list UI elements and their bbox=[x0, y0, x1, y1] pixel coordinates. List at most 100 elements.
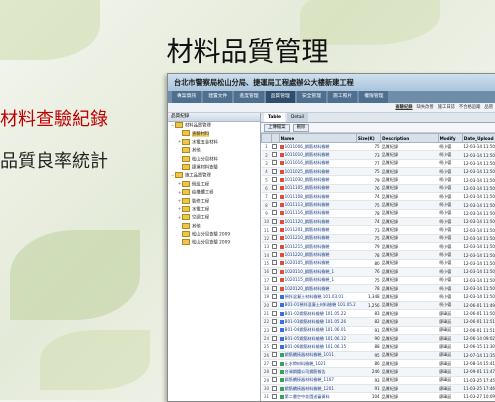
tree-node[interactable]: −材料品質管理 bbox=[168, 122, 260, 130]
tree-node[interactable]: +假設工程 bbox=[168, 181, 260, 189]
table-row[interactable]: 20B01-01預拌混凝土材料檢驗 101.05.201,256品質紀錄柯小德1… bbox=[262, 301, 495, 309]
row-checkbox[interactable] bbox=[272, 336, 277, 341]
file-name[interactable]: B01-03鋼筋材料檢驗 101.05.26 bbox=[279, 318, 356, 326]
submenu-item-3[interactable]: 不合格追蹤 bbox=[459, 103, 480, 112]
file-name[interactable]: B01-01預拌混凝土材料檢驗 101.05.20 bbox=[279, 301, 356, 309]
row-checkbox[interactable] bbox=[272, 377, 277, 382]
row-checkbox[interactable] bbox=[272, 302, 277, 307]
table-row[interactable]: 61011105_鋼筋材料檢驗76品質紀錄柯小德12-03-14 11:50 bbox=[262, 184, 495, 192]
table-row[interactable]: 30鋼筋續接器材料檢驗_120191品質紀錄廖瑋廷11-03-25 17:46 bbox=[262, 384, 495, 392]
menu-item-2[interactable]: 進度管理 bbox=[234, 91, 263, 103]
row-checkbox[interactable] bbox=[272, 219, 277, 224]
tree-node[interactable]: 查驗材料 bbox=[168, 130, 260, 138]
row-checkbox[interactable] bbox=[272, 327, 277, 332]
tab-table[interactable]: Table bbox=[264, 113, 285, 122]
table-row[interactable]: 31011016_鋼筋材料檢驗77品質紀錄柯小德12-03-14 11:50 bbox=[262, 159, 495, 167]
table-row[interactable]: 29鋼筋續接器材料檢驗_110793品質紀錄廖瑋廷11-03-25 17:45 bbox=[262, 376, 495, 384]
table-row[interactable]: 24B01-05鋼筋材料檢驗 101.06.1290品質紀錄廖瑋廷12-06-1… bbox=[262, 334, 495, 342]
row-checkbox[interactable] bbox=[272, 294, 277, 299]
file-name[interactable]: 1011105_鋼筋材料檢驗 bbox=[279, 184, 356, 192]
submenu-item-0[interactable]: 查驗紀錄 bbox=[395, 103, 412, 112]
column-header[interactable]: Description bbox=[381, 134, 438, 143]
file-name[interactable]: 1011215_鋼筋材料檢驗 bbox=[279, 243, 356, 251]
file-name[interactable]: 1020105_鋼筋材料檢驗 bbox=[279, 259, 356, 267]
table-row[interactable]: 11011006_鋼筋材料檢驗75品質紀錄柯小德12-03-14 11:50 bbox=[262, 143, 495, 151]
table-row[interactable]: 181020120_鋼筋材料檢驗78品質紀錄柯小德12-03-14 11:50 bbox=[262, 284, 495, 292]
table-row[interactable]: 81011113_鋼筋材料檢驗75品質紀錄柯小德12-03-14 11:50 bbox=[262, 201, 495, 209]
row-checkbox[interactable] bbox=[272, 160, 277, 165]
tree-node[interactable]: 其他 bbox=[168, 147, 260, 155]
table-row[interactable]: 121011210_鋼筋材料檢驗75品質紀錄柯小德12-03-14 11:50 bbox=[262, 234, 495, 242]
row-checkbox[interactable] bbox=[272, 311, 277, 316]
table-row[interactable]: 25B01-06鋼筋材料檢驗 101.06.1588品質紀錄廖瑋廷12-06-1… bbox=[262, 343, 495, 351]
menu-item-5[interactable]: 施工照片 bbox=[328, 91, 357, 103]
tree-node[interactable]: +空調工程 bbox=[168, 214, 260, 222]
file-name[interactable]: 1011201_鋼筋材料檢驗 bbox=[279, 226, 356, 234]
tree-node[interactable]: 捷運材料查驗 bbox=[168, 164, 260, 172]
row-checkbox[interactable] bbox=[272, 361, 277, 366]
row-checkbox[interactable] bbox=[272, 210, 277, 215]
row-checkbox[interactable] bbox=[272, 386, 277, 391]
row-checkbox[interactable] bbox=[272, 352, 277, 357]
table-row[interactable]: 19預拌混凝土材料檢驗 101.03.011,348品質紀錄柯小德12-03-1… bbox=[262, 293, 495, 301]
menu-item-3[interactable]: 品質管理 bbox=[266, 91, 295, 103]
table-row[interactable]: 171020115_鋼筋材料檢驗_175品質紀錄柯小德12-03-14 11:5… bbox=[262, 276, 495, 284]
file-name[interactable]: 止水帶材料檢驗_1021 bbox=[279, 359, 356, 367]
menu-item-1[interactable]: 建置文件 bbox=[203, 91, 232, 103]
file-name[interactable]: 1011210_鋼筋材料檢驗 bbox=[279, 234, 356, 242]
row-checkbox[interactable] bbox=[272, 319, 277, 324]
file-name[interactable]: 台灣鋼鐵公司鋼筋報告 bbox=[279, 368, 356, 376]
column-header[interactable]: Modify bbox=[438, 134, 462, 143]
file-name[interactable]: 1020120_鋼筋材料檢驗 bbox=[279, 284, 356, 292]
file-name[interactable]: 1011220_鋼筋材料檢驗 bbox=[279, 251, 356, 259]
column-header[interactable]: Size(K) bbox=[356, 134, 380, 143]
tree-node[interactable]: 松山分局材料 bbox=[168, 156, 260, 164]
submenu-item-2[interactable]: 施工日誌 bbox=[438, 103, 455, 112]
row-checkbox[interactable] bbox=[272, 286, 277, 291]
menu-item-6[interactable]: 權限管理 bbox=[359, 91, 388, 103]
tree-node[interactable]: +結構體工程 bbox=[168, 189, 260, 197]
file-name[interactable]: 1011113_鋼筋材料檢驗 bbox=[279, 201, 356, 209]
table-row[interactable]: 71011108_鋼筋材料檢驗74品質紀錄柯小德12-03-14 11:50 bbox=[262, 193, 495, 201]
file-name[interactable]: 1011030_鋼筋材料檢驗 bbox=[279, 176, 356, 184]
tree-node[interactable]: 松山分局查驗 2009 bbox=[168, 231, 260, 239]
tree-node[interactable]: −施工品質管理 bbox=[168, 172, 260, 180]
tree-node[interactable]: 其他 bbox=[168, 223, 260, 231]
tree-node[interactable]: +水電五金材料 bbox=[168, 139, 260, 147]
row-checkbox[interactable] bbox=[272, 177, 277, 182]
file-name[interactable]: 1020115_鋼筋材料檢驗_1 bbox=[279, 276, 356, 284]
table-row[interactable]: 27止水帶材料檢驗_102186品質紀錄廖瑋廷12-08-14 15:41 bbox=[262, 359, 495, 367]
row-checkbox[interactable] bbox=[272, 152, 277, 157]
file-name[interactable]: 1011006_鋼筋材料檢驗 bbox=[279, 143, 356, 151]
row-checkbox[interactable] bbox=[272, 244, 277, 249]
file-name[interactable]: 鋼筋續接器材料檢驗_1201 bbox=[279, 384, 356, 392]
toolbar-button-0[interactable]: 上傳檔案 bbox=[264, 124, 290, 132]
table-row[interactable]: 101011120_鋼筋材料檢驗74品質紀錄柯小德12-03-14 11:50 bbox=[262, 218, 495, 226]
row-checkbox[interactable] bbox=[272, 202, 277, 207]
submenu-item-4[interactable]: 品管 bbox=[484, 103, 493, 112]
file-name[interactable]: 1011010_鋼筋材料檢驗 bbox=[279, 151, 356, 159]
tree-node[interactable]: +裝修工程 bbox=[168, 198, 260, 206]
row-checkbox[interactable] bbox=[272, 394, 277, 399]
table-row[interactable]: 51011030_鋼筋材料檢驗79品質紀錄柯小德12-03-14 11:50 bbox=[262, 176, 495, 184]
column-header[interactable] bbox=[262, 134, 272, 143]
file-name[interactable]: B01-04鋼筋材料檢驗 101.06.01 bbox=[279, 326, 356, 334]
table-row[interactable]: 26鋼筋續接器材料檢驗_101195品質紀錄廖瑋廷12-07-14 11:35 bbox=[262, 351, 495, 359]
table-row[interactable]: 151020105_鋼筋材料檢驗80品質紀錄柯小德12-03-14 11:50 bbox=[262, 259, 495, 267]
column-header[interactable]: Name bbox=[279, 134, 356, 143]
row-checkbox[interactable] bbox=[272, 227, 277, 232]
row-checkbox[interactable] bbox=[272, 369, 277, 374]
tree-node[interactable]: +水電工程 bbox=[168, 206, 260, 214]
menu-item-4[interactable]: 安全管理 bbox=[297, 91, 326, 103]
table-row[interactable]: 21011010_鋼筋材料檢驗73品質紀錄柯小德12-03-14 11:50 bbox=[262, 151, 495, 159]
table-row[interactable]: 91011116_鋼筋材料檢驗78品質紀錄柯小德12-03-14 11:50 bbox=[262, 209, 495, 217]
menu-item-0[interactable]: 專案資訊 bbox=[172, 91, 201, 103]
file-name[interactable]: 1020110_鋼筋材料檢驗_1 bbox=[279, 268, 356, 276]
row-checkbox[interactable] bbox=[272, 277, 277, 282]
file-name[interactable]: 鋼筋續接器材料檢驗_1011 bbox=[279, 351, 356, 359]
table-row[interactable]: 131011215_鋼筋材料檢驗79品質紀錄柯小德12-03-14 11:50 bbox=[262, 243, 495, 251]
row-checkbox[interactable] bbox=[272, 260, 277, 265]
table-row[interactable]: 23B01-04鋼筋材料檢驗 101.06.0191品質紀錄廖瑋廷12-06-0… bbox=[262, 326, 495, 334]
file-name[interactable]: 1011108_鋼筋材料檢驗 bbox=[279, 193, 356, 201]
row-checkbox[interactable] bbox=[272, 235, 277, 240]
